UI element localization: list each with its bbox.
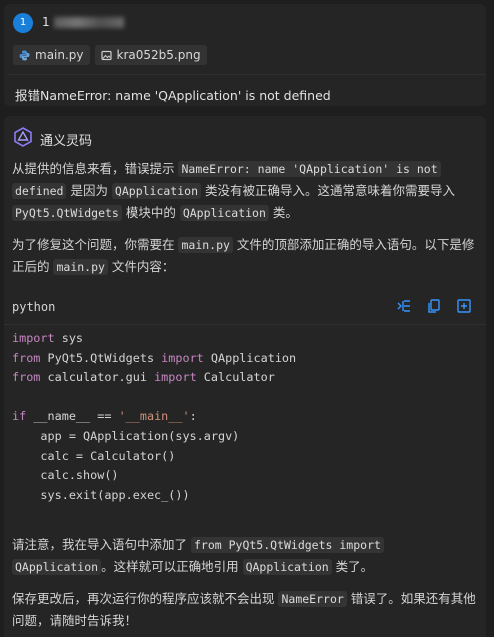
attachment-main-py[interactable]: main.py <box>13 45 90 65</box>
code-language-label: python <box>12 300 56 314</box>
code-block-divider <box>4 324 486 325</box>
attachment-list: main.py kra052b5.png <box>13 45 207 65</box>
divider <box>8 74 486 75</box>
answer-paragraph-1: 从提供的信息来看，错误提示 NameError: name 'QApplicat… <box>12 161 455 221</box>
python-file-icon <box>19 50 30 60</box>
image-file-icon <box>100 50 112 60</box>
answer-paragraph-3: 请注意，我在导入语句中添加了 from PyQt5.QtWidgets impo… <box>12 534 478 578</box>
tongyi-logo-icon <box>14 127 32 147</box>
user-question: 报错NameError: name 'QApplication' is not … <box>15 88 331 103</box>
user-name: 1 <box>42 15 124 29</box>
assistant-message-card: 通义灵码 从提供的信息来看，错误提示 NameError: name 'QApp… <box>4 116 486 637</box>
answer-paragraph-2: 为了修复这个问题，你需要在 main.py 文件的顶部添加正确的导入语句。以下是… <box>12 237 475 275</box>
user-message-card: 1 1 main.py kra052b5.png 报错NameError: na… <box>4 4 486 106</box>
answer-paragraph-4: 保存更改后，再次运行你的程序应该就不会出现 NameError 错误了。如果还有… <box>12 591 476 628</box>
copy-icon[interactable] <box>426 298 442 314</box>
assistant-name: 通义灵码 <box>40 134 93 149</box>
code-block[interactable]: import sys from PyQt5.QtWidgets import Q… <box>12 329 478 505</box>
attachment-png[interactable]: kra052b5.png <box>94 45 207 65</box>
insert-icon[interactable] <box>396 298 412 314</box>
code-actions <box>396 298 472 314</box>
user-avatar: 1 <box>13 13 33 33</box>
new-file-icon[interactable] <box>456 298 472 314</box>
redacted-username <box>53 17 124 28</box>
code-block-header: python <box>12 298 478 322</box>
